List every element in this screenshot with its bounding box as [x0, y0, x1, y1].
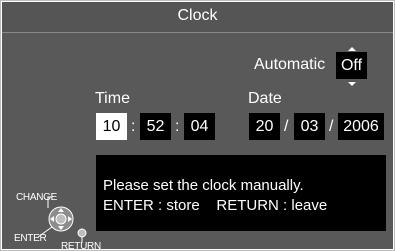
- clock-settings-screen: Clock Automatic Off Time 10 : 52 : 04 Da…: [0, 0, 395, 251]
- return-button-icon: [77, 228, 87, 243]
- dpad-icon: [37, 196, 74, 238]
- remote-guide-graphic: [37, 196, 87, 243]
